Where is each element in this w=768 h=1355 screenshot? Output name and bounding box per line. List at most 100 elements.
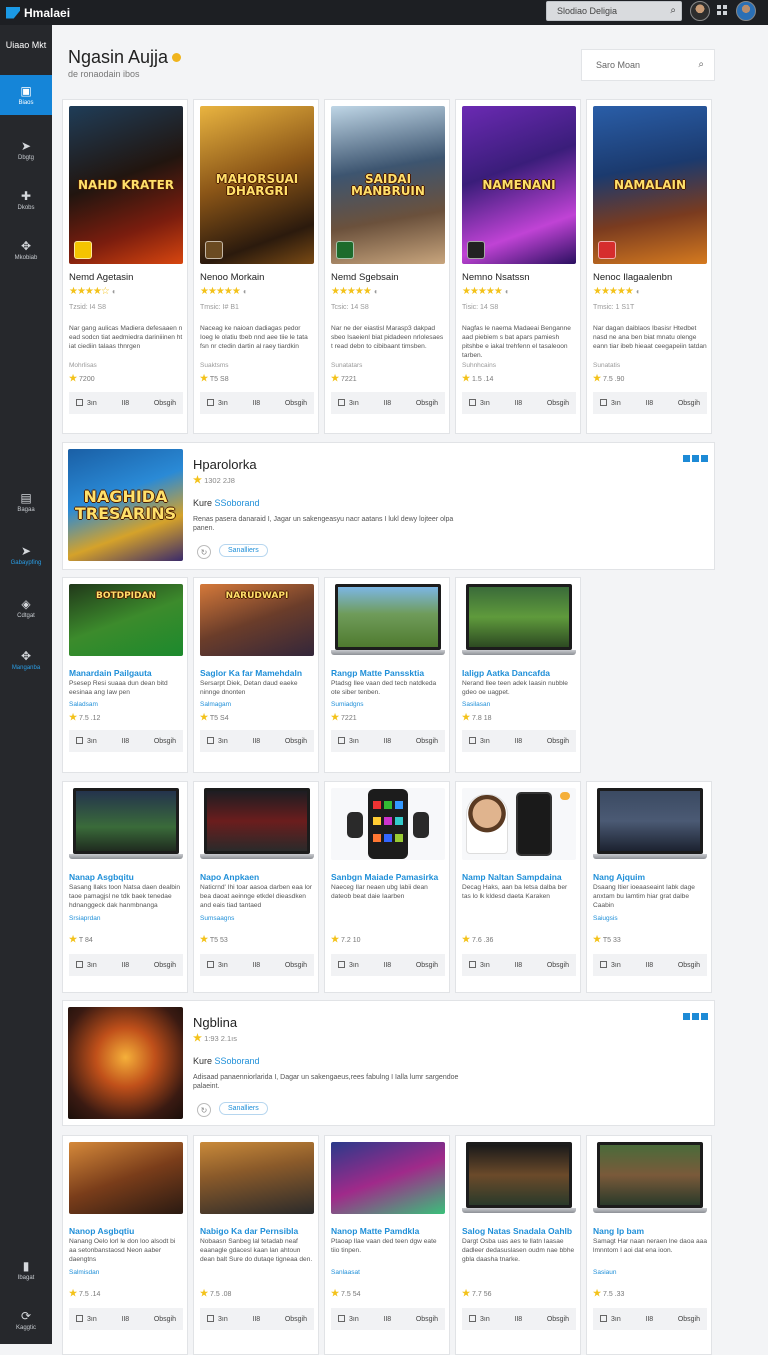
compare-button[interactable]: II8 (383, 400, 391, 407)
compare-button[interactable]: II8 (383, 962, 391, 969)
phone-thumbnail[interactable] (331, 788, 445, 860)
card-tag[interactable]: Sasiaun (593, 1269, 617, 1276)
featured-title[interactable]: Hparolorka (193, 457, 257, 472)
card-title[interactable]: Nanop Asgbqtiu (69, 1226, 183, 1236)
laptop-thumbnail[interactable] (331, 584, 445, 656)
card-title[interactable]: Nanop Matte Pamdkla (331, 1226, 445, 1236)
game-thumbnail[interactable]: SAIDAI MANBRUIN (331, 106, 445, 264)
compare-button[interactable]: II8 (383, 738, 391, 745)
compare-button[interactable]: II8 (121, 738, 129, 745)
share-icon[interactable]: ↻ (197, 1103, 211, 1117)
game-thumbnail[interactable]: NARUDWAPI (200, 584, 314, 656)
compare-button[interactable]: II8 (252, 738, 260, 745)
get-button[interactable]: Obsgih (678, 1316, 700, 1323)
sidebar-item-5[interactable]: ➤ Gabaypfing (0, 535, 52, 575)
game-card[interactable]: Nanap Asgbqitu Sasang Ilaks toon Natsa da… (62, 781, 188, 993)
get-button[interactable]: Obsgih (154, 738, 176, 745)
get-button[interactable]: Obsgih (547, 1316, 569, 1323)
wishlist-checkbox[interactable]: 3ın (76, 1315, 97, 1323)
get-button[interactable]: Obsgih (285, 400, 307, 407)
get-button[interactable]: Obsgih (547, 738, 569, 745)
game-thumbnail[interactable]: MAHORSUAI DHARGRI (200, 106, 314, 264)
compare-button[interactable]: II8 (514, 738, 522, 745)
wishlist-checkbox[interactable]: 3ın (338, 399, 359, 407)
game-thumbnail[interactable]: NAMALAIN (593, 106, 707, 264)
game-card[interactable]: NARUDWAPI Saglor Ka far Mamehdaln Sersarpt… (193, 577, 319, 773)
get-button[interactable]: Obsgih (154, 962, 176, 969)
featured-button[interactable]: Sanalliers (219, 1102, 268, 1115)
card-tag[interactable]: Mohrlisas (69, 362, 97, 369)
compare-button[interactable]: II8 (121, 400, 129, 407)
wishlist-checkbox[interactable]: 3ın (76, 399, 97, 407)
card-title[interactable]: Namp Naltan Sampdaina (462, 872, 576, 882)
game-card[interactable]: Nang Ajquim Dsaang Itier ioeaaseaint Iabk… (586, 781, 712, 993)
store-link[interactable]: SSoborand (215, 1056, 260, 1066)
profile-avatar[interactable] (736, 1, 756, 21)
featured-item[interactable]: Ngblina ★ 1:93 2.1ıs Kure SSoborand Adis… (62, 1000, 715, 1126)
wishlist-checkbox[interactable]: 3ın (207, 737, 228, 745)
person-thumbnail[interactable] (462, 788, 576, 860)
get-button[interactable]: Obsgih (678, 962, 700, 969)
laptop-thumbnail[interactable] (462, 584, 576, 656)
compare-button[interactable]: II8 (514, 962, 522, 969)
game-card[interactable]: Namp Naltan Sampdaina Decag Haks, aan ba … (455, 781, 581, 993)
game-card[interactable]: MAHORSUAI DHARGRI Nenoo Morkain ★★★★★ ◐ Tmsi… (193, 99, 319, 434)
game-card[interactable]: Rangp Matte Panssktia Ptadsg Ilee vaan de… (324, 577, 450, 773)
share-icon[interactable]: ↻ (197, 545, 211, 559)
card-title[interactable]: Salog Natas Snadala Oahlb (462, 1226, 576, 1236)
game-thumbnail[interactable] (69, 1142, 183, 1214)
sidebar-item-8[interactable]: ▮ Ibagat (0, 1250, 52, 1290)
card-title[interactable]: Saglor Ka far Mamehdaln (200, 668, 314, 678)
game-thumbnail[interactable]: BOTDPIDAN (69, 584, 183, 656)
sidebar-item-3[interactable]: ✥ Mkobiab (0, 230, 52, 270)
game-card[interactable]: Salog Natas Snadala Oahlb Dargt Osba uas … (455, 1135, 581, 1355)
card-tag[interactable]: Suhnhcains (462, 362, 496, 369)
wishlist-checkbox[interactable]: 3ın (469, 1315, 490, 1323)
featured-button[interactable]: Sanalliers (219, 544, 268, 557)
featured-thumbnail[interactable] (68, 1007, 183, 1119)
get-button[interactable]: Obsgih (416, 1316, 438, 1323)
card-tag[interactable]: Saiugsis (593, 915, 618, 922)
card-title[interactable]: Napo Anpkaen (200, 872, 314, 882)
get-button[interactable]: Obsgih (678, 400, 700, 407)
compare-button[interactable]: II8 (514, 400, 522, 407)
featured-item[interactable]: NAGHIDA TRESARINS Hparolorka ★ 1302 2J8 … (62, 442, 715, 570)
compare-button[interactable]: II8 (121, 962, 129, 969)
sidebar-item-7[interactable]: ✥ Manganba (0, 640, 52, 680)
laptop-thumbnail[interactable] (200, 788, 314, 860)
compare-button[interactable]: II8 (121, 1316, 129, 1323)
apps-grid-icon[interactable] (717, 5, 727, 15)
user-avatar[interactable] (690, 1, 710, 21)
get-button[interactable]: Obsgih (285, 962, 307, 969)
card-tag[interactable]: Salmagam (200, 701, 231, 708)
wishlist-checkbox[interactable]: 3ın (338, 961, 359, 969)
featured-thumbnail[interactable]: NAGHIDA TRESARINS (68, 449, 183, 561)
game-thumbnail[interactable] (331, 1142, 445, 1214)
game-card[interactable]: NAMENANI Nemno Nsatssn ★★★★★ ◐ Tisic: 14 S8 N… (455, 99, 581, 434)
laptop-thumbnail[interactable] (462, 1142, 576, 1214)
compare-button[interactable]: II8 (645, 962, 653, 969)
compare-button[interactable]: II8 (252, 400, 260, 407)
card-title[interactable]: Nang Ip bam (593, 1226, 707, 1236)
sidebar-item-9[interactable]: ⟳ Kaggtic (0, 1300, 52, 1340)
card-tag[interactable]: Sunatatars (331, 362, 362, 369)
card-tag[interactable]: Sanlaasat (331, 1269, 360, 1276)
game-card[interactable]: NAMALAIN Nenoc Ilagaalenbn ★★★★★ ◐ Tmsic: 1 … (586, 99, 712, 434)
card-title[interactable]: Nabigo Ka dar Pernsibla (200, 1226, 314, 1236)
wishlist-checkbox[interactable]: 3ın (469, 399, 490, 407)
laptop-thumbnail[interactable] (69, 788, 183, 860)
get-button[interactable]: Obsgih (547, 962, 569, 969)
sidebar-item-6[interactable]: ◈ Cdtgat (0, 588, 52, 628)
store-link[interactable]: SSoborand (215, 498, 260, 508)
card-title[interactable]: Manardain Pailgauta (69, 668, 183, 678)
game-card[interactable]: Sanbgn Maiade Pamasirka Naeceg Ilar neaen… (324, 781, 450, 993)
app-brand[interactable]: Hmalaei (0, 6, 70, 20)
game-card[interactable]: Nanop Asgbqtiu Nanang Oelo lorl le don lo… (62, 1135, 188, 1355)
wishlist-checkbox[interactable]: 3ın (76, 737, 97, 745)
wishlist-checkbox[interactable]: 3ın (76, 961, 97, 969)
card-title[interactable]: Nemd Sgebsain (331, 272, 445, 283)
game-card[interactable]: Napo Anpkaen Naticrnd' Ihi toar aasoa dar… (193, 781, 319, 993)
wishlist-checkbox[interactable]: 3ın (207, 399, 228, 407)
featured-title[interactable]: Ngblina (193, 1015, 237, 1030)
card-title[interactable]: Nang Ajquim (593, 872, 707, 882)
